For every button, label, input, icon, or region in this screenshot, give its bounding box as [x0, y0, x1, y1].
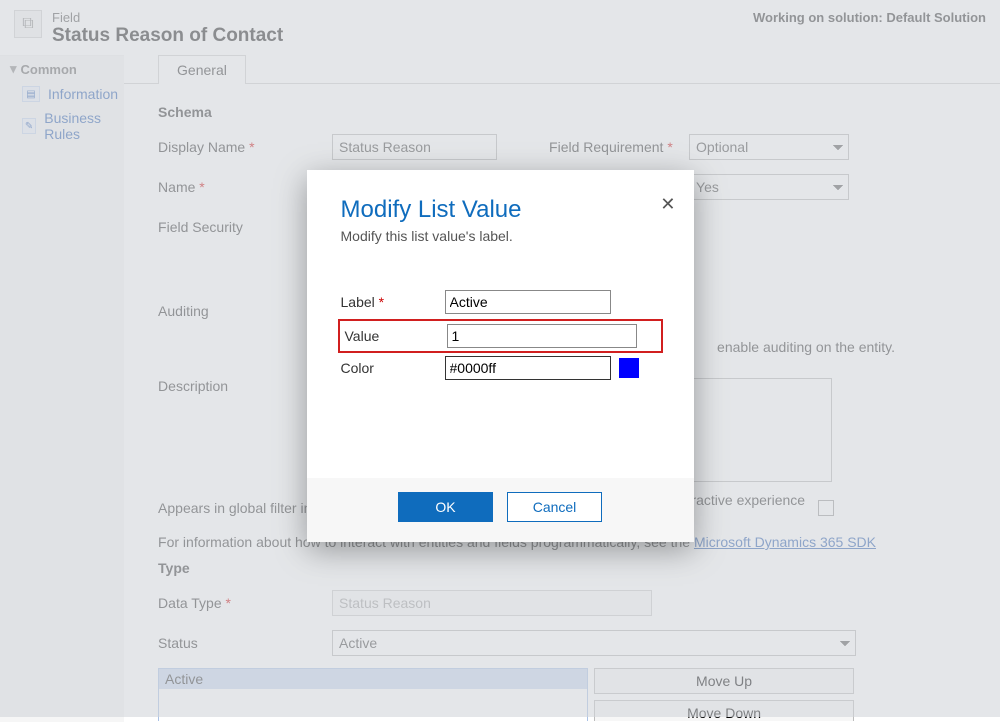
- input-modal-value[interactable]: [447, 324, 637, 348]
- modal-container: Modify List Value Modify this list value…: [0, 0, 1000, 717]
- ok-button[interactable]: OK: [398, 492, 493, 522]
- modal-subtitle: Modify this list value's label.: [341, 228, 660, 244]
- dialog-modify-list-value: Modify List Value Modify this list value…: [307, 170, 694, 542]
- modal-title: Modify List Value: [341, 196, 660, 224]
- close-icon[interactable]: ✕: [660, 194, 675, 215]
- cancel-button[interactable]: Cancel: [507, 492, 602, 522]
- color-swatch[interactable]: [619, 358, 639, 378]
- label-modal-color: Color: [341, 360, 445, 376]
- label-modal-value: Value: [343, 328, 447, 344]
- input-modal-color[interactable]: [445, 356, 611, 380]
- input-modal-label[interactable]: [445, 290, 611, 314]
- label-modal-label: Label: [341, 294, 445, 310]
- highlighted-value-row: Value: [341, 322, 660, 350]
